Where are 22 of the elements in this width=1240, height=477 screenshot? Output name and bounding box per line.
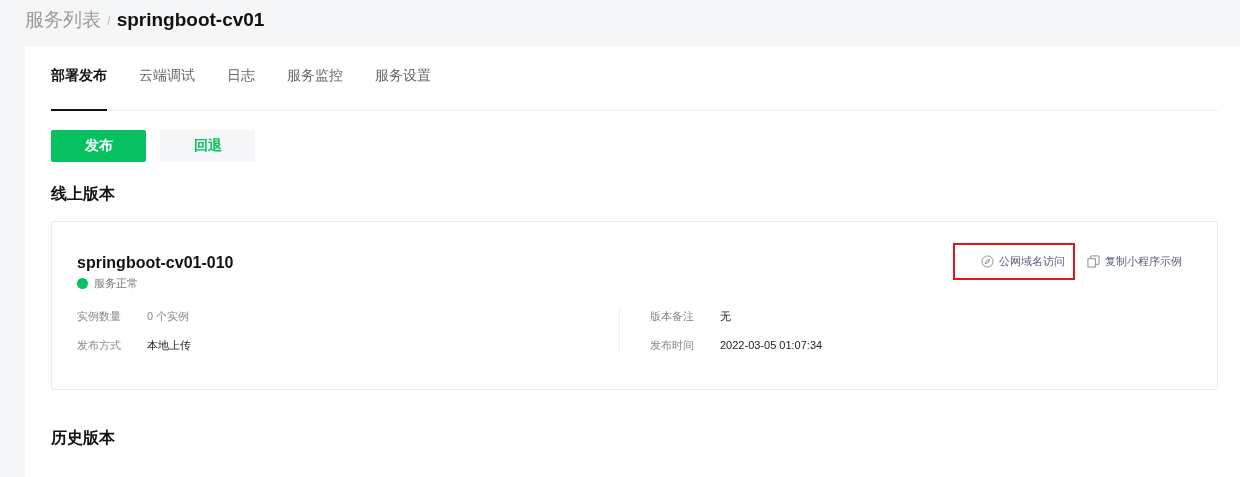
copy-icon (1087, 255, 1100, 268)
field-label: 版本备注 (650, 309, 695, 324)
field-value: 本地上传 (147, 338, 191, 353)
tab[interactable]: 日志 (227, 67, 255, 111)
field-label: 实例数量 (77, 309, 122, 324)
breadcrumb-separator: / (107, 12, 111, 28)
field-value: 无 (720, 309, 731, 324)
section-heading: 线上版本 (51, 184, 116, 204)
compass-icon (981, 255, 994, 268)
tab[interactable]: 服务设置 (375, 67, 431, 111)
status-text: 服务正常 (94, 276, 138, 291)
action-link[interactable]: 复制小程序示例 (1105, 254, 1182, 269)
action-link[interactable]: 公网域名访问 (999, 254, 1065, 269)
tab[interactable]: 部署发布 (51, 67, 107, 111)
field-label: 发布方式 (77, 338, 122, 353)
tab[interactable]: 服务监控 (287, 67, 343, 111)
page-title: springboot-cv01 (116, 9, 265, 31)
field-label: 发布时间 (650, 338, 695, 353)
version-name: springboot-cv01-010 (77, 254, 234, 272)
field-value: 2022-03-05 01:07:34 (720, 338, 823, 353)
tab[interactable]: 云端调试 (139, 67, 195, 111)
section-heading: 历史版本 (51, 428, 116, 448)
